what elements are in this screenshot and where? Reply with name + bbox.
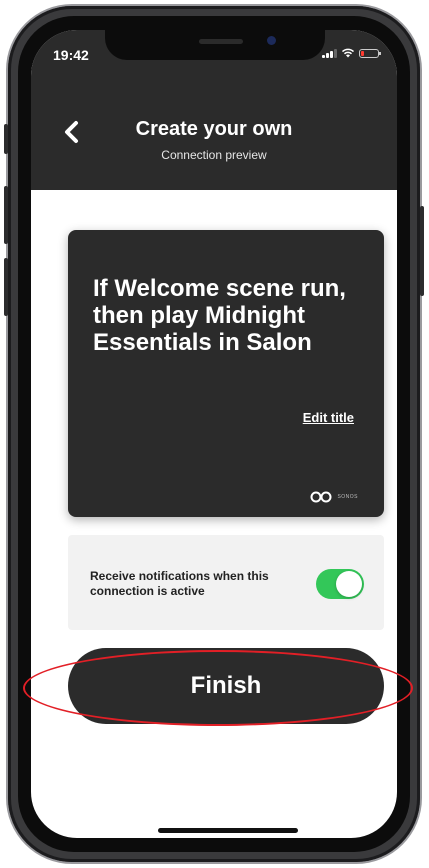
status-icons: [322, 48, 381, 58]
sonos-logo-icon: [310, 491, 332, 503]
finish-button[interactable]: Finish: [68, 648, 384, 724]
connection-preview-card: If Welcome scene run, then play Midnight…: [68, 230, 384, 517]
phone-screen: 19:42 Create your own Connection preview…: [31, 30, 397, 838]
notifications-toggle[interactable]: [316, 569, 364, 599]
signal-icon: [322, 48, 337, 58]
notifications-label: Receive notifications when this connecti…: [90, 569, 269, 598]
wifi-icon: [341, 48, 355, 58]
silent-switch: [4, 124, 8, 154]
page-title: Create your own: [135, 118, 293, 140]
page-subtitle: Connection preview: [161, 148, 267, 162]
brand-name: SONOS: [337, 494, 358, 500]
edit-title-link[interactable]: Edit title: [303, 410, 354, 425]
status-time: 19:42: [53, 47, 89, 63]
home-indicator: [158, 828, 298, 833]
notch: [105, 30, 325, 60]
speaker-grille: [199, 39, 243, 44]
notifications-setting: Receive notifications when this connecti…: [68, 535, 384, 630]
camera-icon: [267, 36, 276, 45]
battery-icon: [359, 49, 381, 58]
volume-down-button: [4, 258, 8, 316]
power-button: [420, 206, 424, 296]
volume-up-button: [4, 186, 8, 244]
battery-level: [361, 51, 364, 56]
service-brand: SONOS: [310, 491, 358, 503]
connection-title: If Welcome scene run, then play Midnight…: [93, 275, 346, 356]
toggle-knob: [336, 571, 362, 597]
